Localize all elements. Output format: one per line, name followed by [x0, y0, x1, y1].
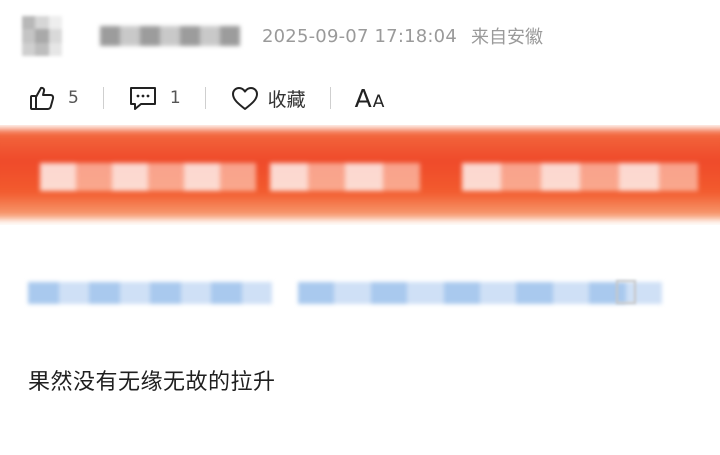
comment-count: 1 — [169, 88, 181, 108]
comment-button[interactable]: 1 — [128, 84, 181, 112]
banner-redacted-text — [40, 163, 256, 191]
redacted-link[interactable] — [298, 282, 663, 304]
heart-icon — [230, 84, 260, 112]
separator — [102, 87, 104, 109]
favorite-label: 收藏 — [267, 88, 306, 111]
action-bar: 5 1 收藏 A A — [28, 80, 384, 116]
font-size-button[interactable]: A A — [355, 84, 385, 113]
font-size-large-glyph: A — [354, 83, 372, 113]
separator — [204, 87, 206, 109]
redacted-banner — [0, 125, 720, 225]
post-header: 2025-09-07 17:18:04 来自安徽 — [22, 14, 543, 58]
like-count: 5 — [68, 88, 79, 108]
comment-text: 果然没有无缘无故的拉升 — [28, 370, 276, 395]
post-timestamp: 2025-09-07 17:18:04 — [262, 25, 457, 47]
avatar[interactable] — [22, 16, 62, 56]
banner-redacted-text — [270, 163, 420, 191]
redacted-mark — [616, 280, 636, 304]
redacted-link[interactable] — [28, 282, 272, 304]
separator — [329, 87, 331, 109]
username-blurred[interactable] — [100, 26, 240, 46]
thumbs-up-icon — [28, 84, 56, 112]
banner-redacted-text — [462, 163, 698, 191]
comment-icon — [128, 84, 158, 112]
like-button[interactable]: 5 — [28, 84, 79, 112]
favorite-button[interactable]: 收藏 — [230, 84, 306, 112]
post-location: 来自安徽 — [470, 27, 543, 48]
font-size-small-glyph: A — [372, 91, 385, 112]
